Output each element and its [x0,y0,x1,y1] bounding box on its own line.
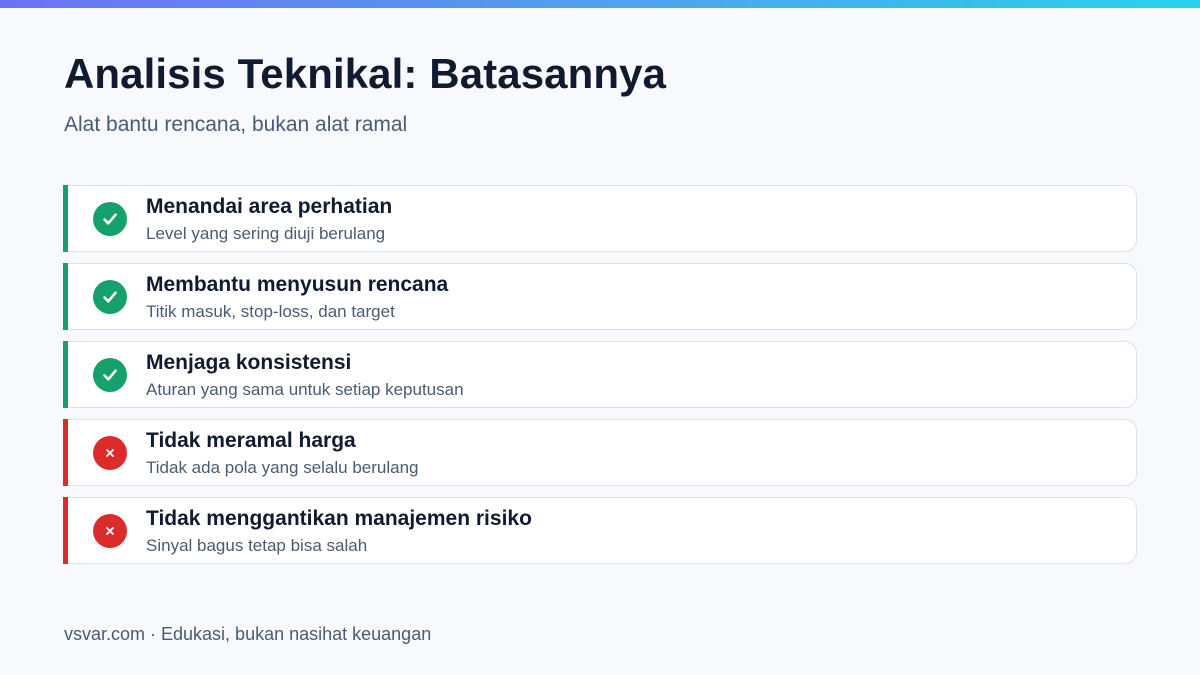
item-description: Aturan yang sama untuk setiap keputusan [146,380,464,399]
check-icon [93,358,127,392]
list-item: Membantu menyusun rencana Titik masuk, s… [63,263,1137,330]
item-description: Sinyal bagus tetap bisa salah [146,536,368,555]
item-title: Tidak menggantikan manajemen risiko [146,507,532,530]
list-item: Menandai area perhatian Level yang serin… [63,185,1137,252]
item-title: Tidak meramal harga [146,429,356,452]
accent-stripe [63,341,68,408]
limitations-list: Menandai area perhatian Level yang serin… [63,185,1137,575]
page-subtitle: Alat bantu rencana, bukan alat ramal [64,113,408,136]
page-title: Analisis Teknikal: Batasannya [64,50,667,97]
cross-icon [93,436,127,470]
top-gradient-bar [0,0,1200,8]
footer-note: vsvar.com · Edukasi, bukan nasihat keuan… [64,624,432,644]
list-item: Menjaga konsistensi Aturan yang sama unt… [63,341,1137,408]
check-icon [93,202,127,236]
accent-stripe [63,185,68,252]
cross-icon [93,514,127,548]
accent-stripe [63,419,68,486]
list-item: Tidak meramal harga Tidak ada pola yang … [63,419,1137,486]
item-description: Level yang sering diuji berulang [146,224,386,243]
list-item: Tidak menggantikan manajemen risiko Siny… [63,497,1137,564]
accent-stripe [63,263,68,330]
item-title: Membantu menyusun rencana [146,273,449,296]
check-icon [93,280,127,314]
item-description: Tidak ada pola yang selalu berulang [146,458,419,477]
item-title: Menjaga konsistensi [146,351,352,374]
item-title: Menandai area perhatian [146,195,393,218]
item-description: Titik masuk, stop-loss, dan target [146,302,395,321]
accent-stripe [63,497,68,564]
